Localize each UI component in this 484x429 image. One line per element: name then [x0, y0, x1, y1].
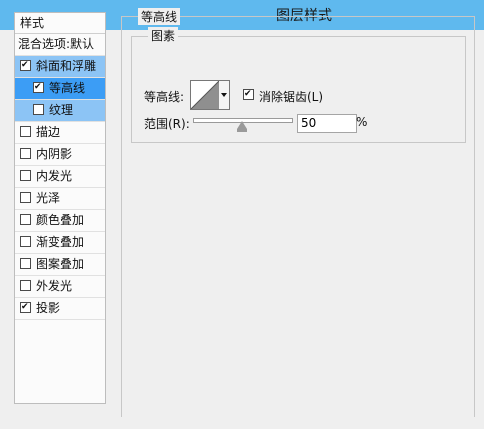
- contour-dropdown-button[interactable]: [219, 80, 230, 110]
- drop-shadow-checkbox[interactable]: [20, 302, 31, 313]
- blending-options-item[interactable]: 混合选项:默认: [15, 34, 105, 56]
- style-item-label: 描边: [36, 125, 61, 139]
- linear-contour-icon: [190, 80, 220, 110]
- style-item-texture[interactable]: 纹理: [15, 100, 105, 122]
- contour-label: 等高线:: [144, 90, 185, 104]
- satin-checkbox[interactable]: [20, 192, 31, 203]
- contour-checkbox[interactable]: [33, 82, 44, 93]
- style-item-inner-shadow[interactable]: 内阴影: [15, 144, 105, 166]
- style-list-header: 样式: [15, 13, 105, 34]
- bevel-emboss-checkbox[interactable]: [20, 60, 31, 71]
- style-item-label: 渐变叠加: [36, 235, 85, 249]
- contour-picker[interactable]: [190, 80, 220, 110]
- elements-group-title: 图素: [148, 27, 179, 44]
- outer-glow-checkbox[interactable]: [20, 280, 31, 291]
- style-item-label: 颜色叠加: [36, 213, 85, 227]
- style-item-inner-glow[interactable]: 内发光: [15, 166, 105, 188]
- style-item-label: 等高线: [49, 81, 86, 95]
- style-item-label: 光泽: [36, 191, 61, 205]
- blending-options-label: 混合选项:默认: [18, 37, 95, 51]
- range-input[interactable]: [297, 114, 357, 133]
- style-item-label: 内发光: [36, 169, 73, 183]
- style-item-gradient-overlay[interactable]: 渐变叠加: [15, 232, 105, 254]
- style-item-stroke[interactable]: 描边: [15, 122, 105, 144]
- style-item-contour[interactable]: 等高线: [15, 78, 105, 100]
- style-item-label: 外发光: [36, 279, 73, 293]
- style-item-label: 斜面和浮雕: [36, 59, 97, 73]
- inner-glow-checkbox[interactable]: [20, 170, 31, 181]
- inner-shadow-checkbox[interactable]: [20, 148, 31, 159]
- gradient-overlay-checkbox[interactable]: [20, 236, 31, 247]
- range-unit: %: [356, 115, 368, 129]
- style-item-drop-shadow[interactable]: 投影: [15, 298, 105, 320]
- color-overlay-checkbox[interactable]: [20, 214, 31, 225]
- style-item-color-overlay[interactable]: 颜色叠加: [15, 210, 105, 232]
- style-item-label: 图案叠加: [36, 257, 85, 271]
- style-item-pattern-overlay[interactable]: 图案叠加: [15, 254, 105, 276]
- pattern-overlay-checkbox[interactable]: [20, 258, 31, 269]
- texture-checkbox[interactable]: [33, 104, 44, 115]
- style-item-bevel-emboss[interactable]: 斜面和浮雕: [15, 56, 105, 78]
- style-list: 样式 混合选项:默认 斜面和浮雕 等高线 纹理 描边 内阴影 内发光 光泽 颜色…: [14, 12, 106, 404]
- range-label: 范围(R):: [144, 117, 190, 131]
- style-item-outer-glow[interactable]: 外发光: [15, 276, 105, 298]
- anti-alias-checkbox[interactable]: [243, 89, 254, 100]
- style-item-satin[interactable]: 光泽: [15, 188, 105, 210]
- stroke-checkbox[interactable]: [20, 126, 31, 137]
- style-item-label: 纹理: [49, 103, 74, 117]
- style-item-label: 投影: [36, 301, 61, 315]
- anti-alias-label: 消除锯齿(L): [259, 90, 324, 104]
- range-slider-thumb[interactable]: [237, 121, 247, 132]
- style-item-label: 内阴影: [36, 147, 73, 161]
- contour-group-title: 等高线: [138, 8, 181, 25]
